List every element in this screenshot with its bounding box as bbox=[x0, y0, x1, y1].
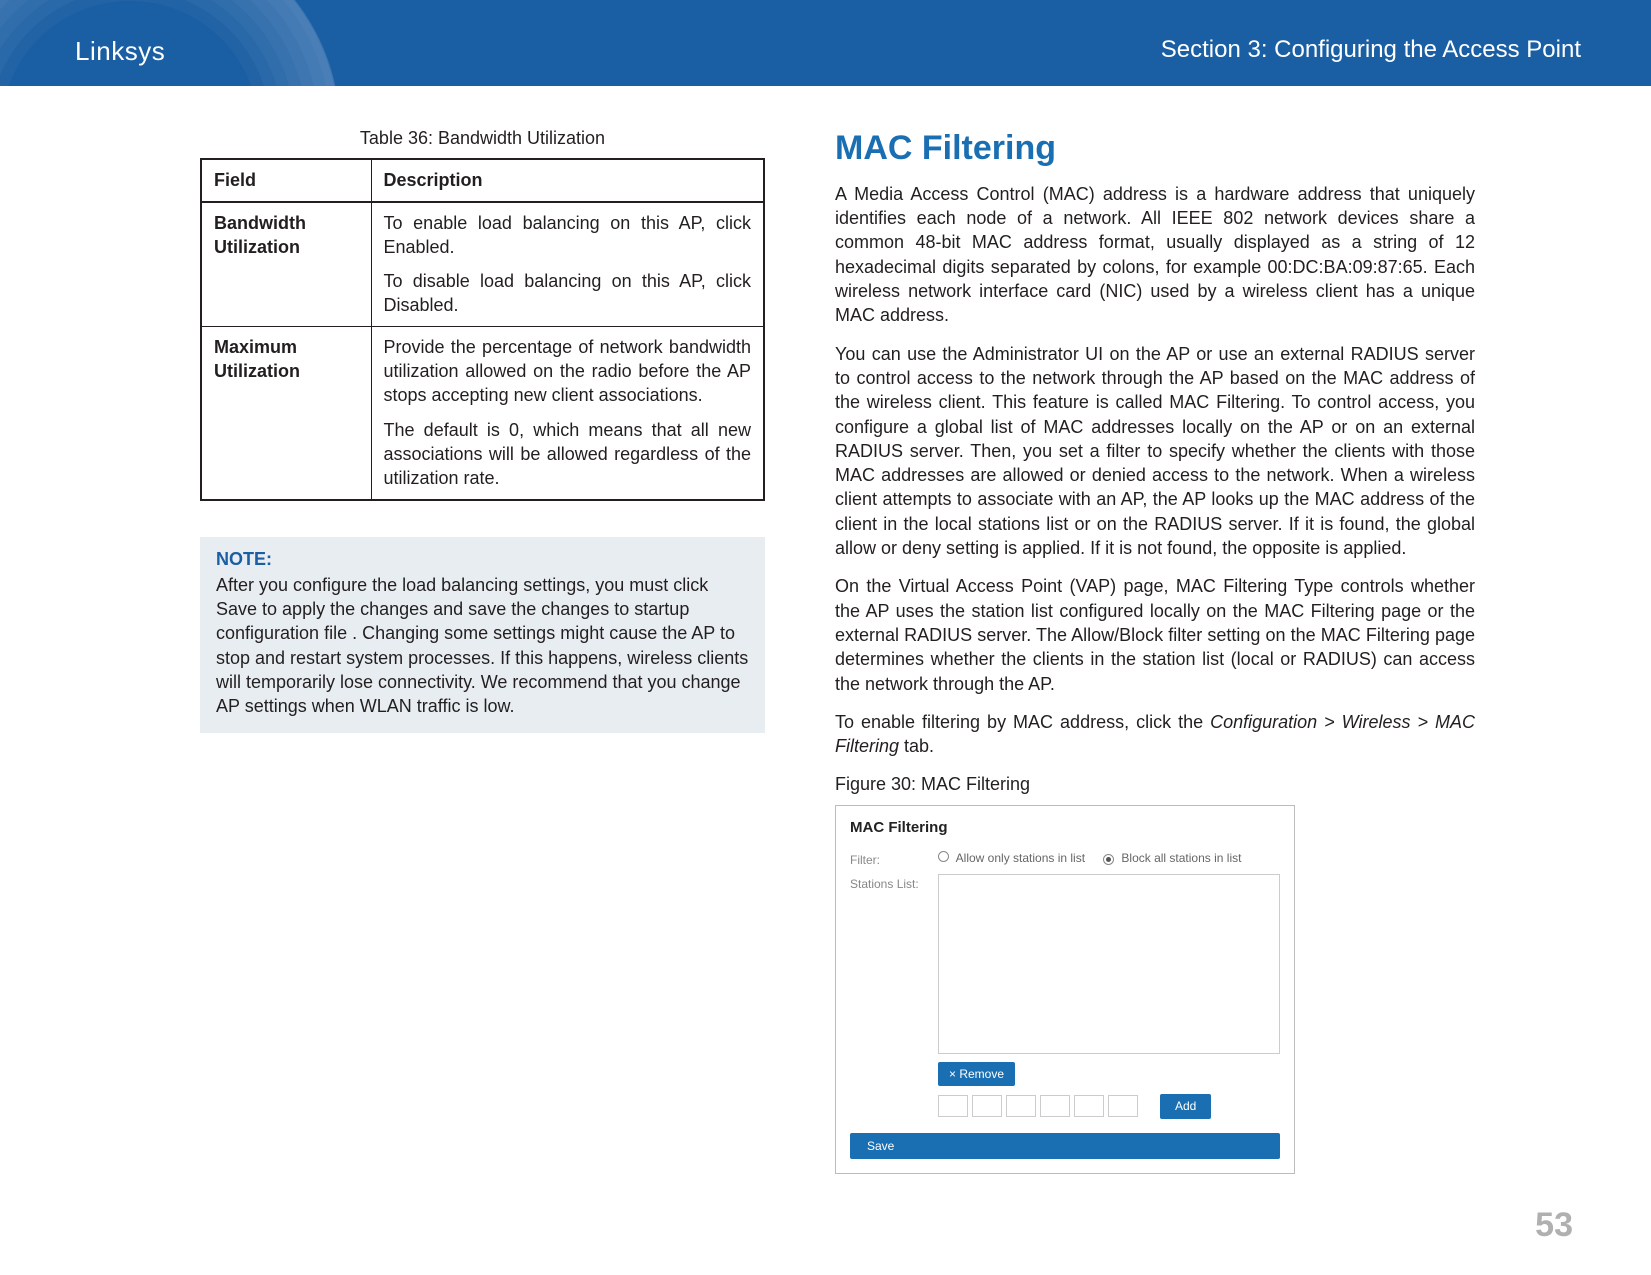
table-cell-text: Provide the percentage of network bandwi… bbox=[384, 335, 752, 408]
note-box: NOTE: After you configure the load balan… bbox=[200, 537, 765, 733]
add-button[interactable]: Add bbox=[1160, 1094, 1211, 1118]
table-cell-field: Maximum Utilization bbox=[201, 326, 371, 499]
table-row: Maximum Utilization Provide the percenta… bbox=[201, 326, 764, 499]
radio-allow-only[interactable]: Allow only stations in list bbox=[938, 850, 1085, 866]
radio-icon bbox=[1103, 854, 1114, 865]
stations-list-box[interactable] bbox=[938, 874, 1280, 1054]
figure-filter-label: Filter: bbox=[850, 850, 938, 868]
mac-octet-input[interactable] bbox=[1074, 1095, 1104, 1117]
note-body: After you configure the load balancing s… bbox=[216, 573, 749, 719]
table-row: Bandwidth Utilization To enable load bal… bbox=[201, 202, 764, 327]
table-cell-text: To enable load balancing on this AP, cli… bbox=[384, 211, 752, 260]
enable-instruction: To enable filtering by MAC address, clic… bbox=[835, 710, 1475, 759]
mac-octet-input[interactable] bbox=[972, 1095, 1002, 1117]
figure-panel-title: MAC Filtering bbox=[850, 818, 1280, 838]
page-header: Linksys Section 3: Configuring the Acces… bbox=[0, 0, 1651, 86]
body-paragraph: A Media Access Control (MAC) address is … bbox=[835, 182, 1475, 328]
table-cell-text: The default is 0, which means that all n… bbox=[384, 418, 752, 491]
figure-stations-body: × Remove Add bbox=[938, 874, 1280, 1118]
table-header-row: Field Description bbox=[201, 159, 764, 201]
page-number: 53 bbox=[1535, 1206, 1573, 1245]
figure-stations-label: Stations List: bbox=[850, 874, 938, 892]
table-cell-text: To disable load balancing on this AP, cl… bbox=[384, 269, 752, 318]
figure-caption: Figure 30: MAC Filtering bbox=[835, 772, 1475, 796]
mac-octet-input[interactable] bbox=[1040, 1095, 1070, 1117]
header-decoration bbox=[0, 0, 340, 86]
table-cell-description: Provide the percentage of network bandwi… bbox=[371, 326, 764, 499]
table-cell-field: Bandwidth Utilization bbox=[201, 202, 371, 327]
figure-filter-row: Filter: Allow only stations in list Bloc… bbox=[850, 850, 1280, 868]
brand-label: Linksys bbox=[75, 36, 165, 67]
radio-label: Block all stations in list bbox=[1121, 851, 1241, 865]
radio-block-all[interactable]: Block all stations in list bbox=[1103, 850, 1241, 866]
left-column: Table 36: Bandwidth Utilization Field De… bbox=[200, 126, 765, 1174]
figure-stations-row: Stations List: × Remove Add bbox=[850, 874, 1280, 1118]
note-title: NOTE: bbox=[216, 547, 749, 571]
page-content: Table 36: Bandwidth Utilization Field De… bbox=[0, 86, 1651, 1174]
table-cell-description: To enable load balancing on this AP, cli… bbox=[371, 202, 764, 327]
table-caption: Table 36: Bandwidth Utilization bbox=[200, 126, 765, 150]
mac-octet-input[interactable] bbox=[1006, 1095, 1036, 1117]
figure-radio-group: Allow only stations in list Block all st… bbox=[938, 850, 1241, 866]
table-header-field: Field bbox=[201, 159, 371, 201]
mac-octet-input[interactable] bbox=[938, 1095, 968, 1117]
remove-button[interactable]: × Remove bbox=[938, 1062, 1015, 1086]
enable-instruction-text: To enable filtering by MAC address, clic… bbox=[835, 712, 1210, 732]
bandwidth-utilization-table: Field Description Bandwidth Utilization … bbox=[200, 158, 765, 500]
enable-instruction-text: tab. bbox=[899, 736, 934, 756]
right-column: MAC Filtering A Media Access Control (MA… bbox=[835, 126, 1475, 1174]
body-paragraph: On the Virtual Access Point (VAP) page, … bbox=[835, 574, 1475, 695]
body-paragraph: You can use the Administrator UI on the … bbox=[835, 342, 1475, 561]
mac-octet-input[interactable] bbox=[1108, 1095, 1138, 1117]
section-title: Section 3: Configuring the Access Point bbox=[1161, 36, 1581, 64]
table-header-description: Description bbox=[371, 159, 764, 201]
remove-button-label: Remove bbox=[959, 1067, 1004, 1081]
save-button[interactable]: Save bbox=[850, 1133, 1280, 1159]
mac-filtering-figure: MAC Filtering Filter: Allow only station… bbox=[835, 805, 1295, 1174]
radio-label: Allow only stations in list bbox=[956, 851, 1085, 865]
section-heading: MAC Filtering bbox=[835, 126, 1475, 172]
radio-icon bbox=[938, 851, 949, 862]
mac-input-row: Add bbox=[938, 1094, 1280, 1118]
